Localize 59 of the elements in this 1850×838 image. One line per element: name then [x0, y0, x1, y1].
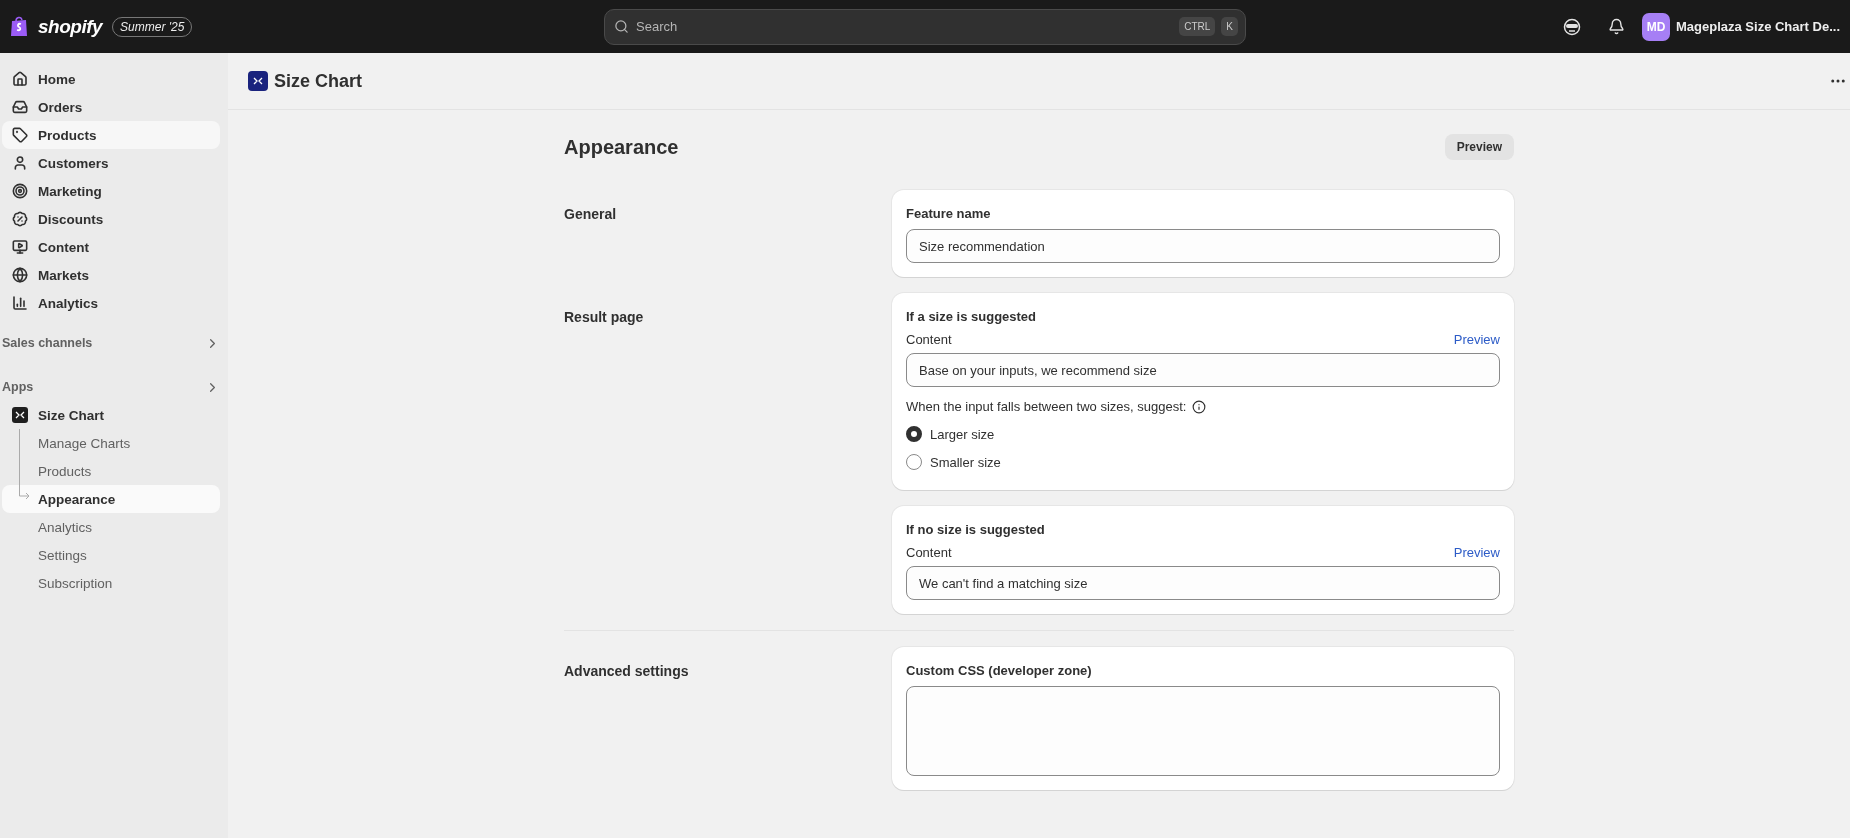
- page-title: Size Chart: [274, 70, 363, 92]
- card-title: If no size is suggested: [906, 522, 1046, 537]
- nav-item[interactable]: Markets: [2, 261, 220, 289]
- tree-branch-icon: [16, 483, 32, 501]
- logo-wordmark[interactable]: shopify: [38, 15, 103, 38]
- sub-nav-item[interactable]: Products: [2, 457, 220, 485]
- store-avatar: MD: [1642, 12, 1670, 41]
- field-label: Content: [906, 332, 952, 347]
- nav-item[interactable]: Discounts: [2, 205, 220, 233]
- app-nav-item[interactable]: Size Chart: [2, 401, 220, 429]
- sub-nav-item[interactable]: Settings: [2, 541, 220, 569]
- nav-item[interactable]: Customers: [2, 149, 220, 177]
- section-heading[interactable]: Apps: [2, 373, 220, 401]
- text-field[interactable]: We can't find a matching size: [906, 566, 1500, 600]
- section-heading[interactable]: Sales channels: [2, 329, 220, 357]
- preview-link[interactable]: Preview: [1453, 545, 1500, 560]
- radio-label: Larger size: [930, 426, 995, 442]
- card-title: Feature name: [906, 206, 992, 221]
- field-label: Content: [906, 545, 952, 560]
- sub-nav-item[interactable]: Appearance: [2, 485, 220, 513]
- nav-item[interactable]: Analytics: [2, 289, 220, 317]
- question-text: When the input falls between two sizes, suggest:: [906, 399, 1187, 414]
- text-field[interactable]: Base on your inputs, we recommend size: [906, 353, 1500, 387]
- preview-link[interactable]: Preview: [1453, 332, 1500, 347]
- radio-label: Smaller size: [930, 454, 1001, 470]
- search-icon: [614, 18, 629, 34]
- store-menu[interactable]: MD Mageplaza Size Chart De...: [1642, 12, 1840, 41]
- tag-icon: [12, 127, 28, 143]
- app-icon: [12, 407, 28, 423]
- nav-item[interactable]: Orders: [2, 93, 220, 121]
- page-heading: Appearance: [564, 135, 679, 159]
- home-icon: [12, 71, 28, 87]
- info-icon[interactable]: [1192, 399, 1207, 414]
- sub-nav-item[interactable]: Manage Charts: [2, 429, 220, 457]
- radio-button[interactable]: [906, 454, 922, 470]
- section-label: Result page: [564, 308, 645, 327]
- preview-button[interactable]: Preview: [1444, 134, 1514, 160]
- section-label: General: [564, 205, 618, 224]
- nav-item[interactable]: Products: [2, 121, 220, 149]
- card-title: If a size is suggested: [906, 309, 1038, 324]
- nav-item[interactable]: Home: [2, 65, 220, 93]
- shopping-bag-icon: [10, 16, 28, 37]
- css-text-area[interactable]: [906, 686, 1500, 776]
- nav-item[interactable]: Content: [2, 233, 220, 261]
- bar-chart-icon: [12, 295, 28, 311]
- globe-icon: [12, 267, 28, 283]
- monitor-icon: [12, 239, 28, 255]
- nav-item[interactable]: Marketing: [2, 177, 220, 205]
- person-icon: [12, 155, 28, 171]
- badge-percent-icon: [12, 211, 28, 227]
- section-label: Advanced settings: [564, 662, 690, 681]
- app-logo: [248, 71, 268, 91]
- text-field[interactable]: Size recommendation: [906, 229, 1500, 263]
- sub-nav-item[interactable]: Analytics: [2, 513, 220, 541]
- target-icon: [12, 183, 28, 199]
- card-title: Custom CSS (developer zone): [906, 663, 1093, 678]
- inbox-icon: [12, 99, 28, 115]
- sub-nav-item[interactable]: Subscription: [2, 569, 220, 597]
- radio-button[interactable]: [906, 426, 922, 442]
